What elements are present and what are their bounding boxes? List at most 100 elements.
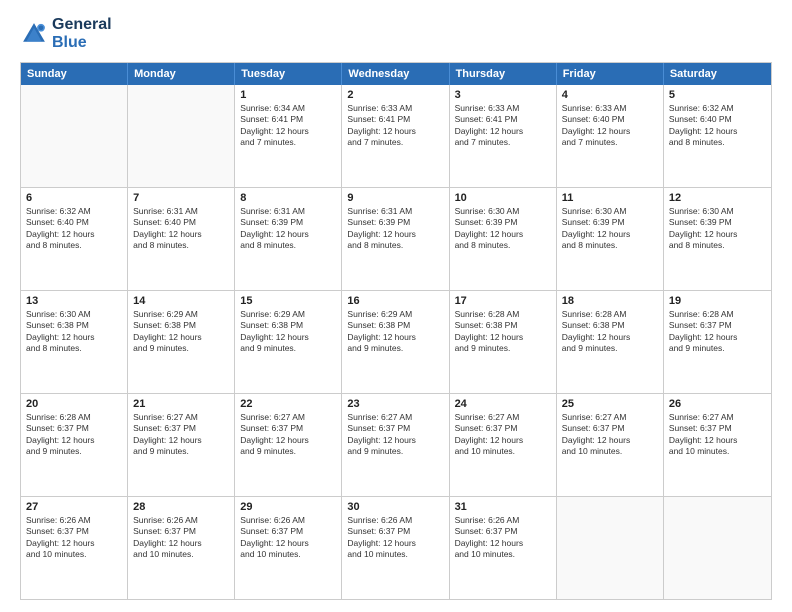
cal-cell: 9 Sunrise: 6:31 AM Sunset: 6:39 PM Daylig… xyxy=(342,188,449,290)
day-number: 10 xyxy=(455,192,551,204)
calendar: SundayMondayTuesdayWednesdayThursdayFrid… xyxy=(20,62,772,600)
header-day-tuesday: Tuesday xyxy=(235,63,342,85)
day-number: 15 xyxy=(240,295,336,307)
header-day-friday: Friday xyxy=(557,63,664,85)
cell-info: Sunrise: 6:30 AM Sunset: 6:39 PM Dayligh… xyxy=(669,206,766,252)
day-number: 21 xyxy=(133,398,229,410)
day-number: 12 xyxy=(669,192,766,204)
cal-cell: 22Sunrise: 6:27 AM Sunset: 6:37 PM Dayli… xyxy=(235,394,342,496)
cal-cell: 30 Sunrise: 6:26 AM Sunset: 6:37 PM Dayli… xyxy=(342,497,449,599)
cal-cell: 27Sunrise: 6:26 AM Sunset: 6:37 PM Dayli… xyxy=(21,497,128,599)
cal-cell: 3 Sunrise: 6:33 AM Sunset: 6:41 PM Daylig… xyxy=(450,85,557,187)
header-day-monday: Monday xyxy=(128,63,235,85)
day-number: 14 xyxy=(133,295,229,307)
cell-info: Sunrise: 6:33 AM Sunset: 6:41 PM Dayligh… xyxy=(455,103,551,149)
cal-cell: 28 Sunrise: 6:26 AM Sunset: 6:37 PM Dayli… xyxy=(128,497,235,599)
cal-cell: 26 Sunrise: 6:27 AM Sunset: 6:37 PM Dayli… xyxy=(664,394,771,496)
day-number: 30 xyxy=(347,501,443,513)
day-number: 19 xyxy=(669,295,766,307)
header-day-wednesday: Wednesday xyxy=(342,63,449,85)
header-day-sunday: Sunday xyxy=(21,63,128,85)
day-number: 27 xyxy=(26,501,122,513)
cell-info: Sunrise: 6:29 AM Sunset: 6:38 PM Dayligh… xyxy=(240,309,336,355)
cell-info: Sunrise: 6:27 AM Sunset: 6:37 PM Dayligh… xyxy=(669,412,766,458)
header-day-thursday: Thursday xyxy=(450,63,557,85)
cal-cell: 18 Sunrise: 6:28 AM Sunset: 6:38 PM Dayli… xyxy=(557,291,664,393)
cal-cell: 7Sunrise: 6:31 AM Sunset: 6:40 PM Daylig… xyxy=(128,188,235,290)
day-number: 9 xyxy=(347,192,443,204)
week-row-3: 13Sunrise: 6:30 AM Sunset: 6:38 PM Dayli… xyxy=(21,290,771,393)
day-number: 4 xyxy=(562,89,658,101)
cal-cell: 12 Sunrise: 6:30 AM Sunset: 6:39 PM Dayli… xyxy=(664,188,771,290)
cell-info: Sunrise: 6:31 AM Sunset: 6:39 PM Dayligh… xyxy=(240,206,336,252)
cal-cell xyxy=(21,85,128,187)
cell-info: Sunrise: 6:28 AM Sunset: 6:38 PM Dayligh… xyxy=(562,309,658,355)
day-number: 5 xyxy=(669,89,766,101)
cell-info: Sunrise: 6:27 AM Sunset: 6:37 PM Dayligh… xyxy=(347,412,443,458)
cell-info: Sunrise: 6:33 AM Sunset: 6:40 PM Dayligh… xyxy=(562,103,658,149)
cell-info: Sunrise: 6:26 AM Sunset: 6:37 PM Dayligh… xyxy=(240,515,336,561)
cell-info: Sunrise: 6:27 AM Sunset: 6:37 PM Dayligh… xyxy=(240,412,336,458)
cal-cell: 6Sunrise: 6:32 AM Sunset: 6:40 PM Daylig… xyxy=(21,188,128,290)
cal-cell: 14 Sunrise: 6:29 AM Sunset: 6:38 PM Dayli… xyxy=(128,291,235,393)
cal-cell: 16 Sunrise: 6:29 AM Sunset: 6:38 PM Dayli… xyxy=(342,291,449,393)
cal-cell: 20Sunrise: 6:28 AM Sunset: 6:37 PM Dayli… xyxy=(21,394,128,496)
cell-info: Sunrise: 6:29 AM Sunset: 6:38 PM Dayligh… xyxy=(133,309,229,355)
cell-info: Sunrise: 6:29 AM Sunset: 6:38 PM Dayligh… xyxy=(347,309,443,355)
cell-info: Sunrise: 6:27 AM Sunset: 6:37 PM Dayligh… xyxy=(133,412,229,458)
cal-cell: 21 Sunrise: 6:27 AM Sunset: 6:37 PM Dayli… xyxy=(128,394,235,496)
cal-cell: 25 Sunrise: 6:27 AM Sunset: 6:37 PM Dayli… xyxy=(557,394,664,496)
cell-info: Sunrise: 6:30 AM Sunset: 6:38 PM Dayligh… xyxy=(26,309,122,355)
day-number: 8 xyxy=(240,192,336,204)
cell-info: Sunrise: 6:34 AM Sunset: 6:41 PM Dayligh… xyxy=(240,103,336,149)
day-number: 29 xyxy=(240,501,336,513)
cal-cell: 1 Sunrise: 6:34 AM Sunset: 6:41 PM Daylig… xyxy=(235,85,342,187)
cal-cell: 29 Sunrise: 6:26 AM Sunset: 6:37 PM Dayli… xyxy=(235,497,342,599)
cal-cell xyxy=(557,497,664,599)
calendar-body: 1 Sunrise: 6:34 AM Sunset: 6:41 PM Daylig… xyxy=(21,85,771,599)
cal-cell: 17 Sunrise: 6:28 AM Sunset: 6:38 PM Dayli… xyxy=(450,291,557,393)
cal-cell: 19Sunrise: 6:28 AM Sunset: 6:37 PM Dayli… xyxy=(664,291,771,393)
day-number: 25 xyxy=(562,398,658,410)
week-row-1: 1 Sunrise: 6:34 AM Sunset: 6:41 PM Daylig… xyxy=(21,85,771,187)
week-row-4: 20Sunrise: 6:28 AM Sunset: 6:37 PM Dayli… xyxy=(21,393,771,496)
cal-cell: 24Sunrise: 6:27 AM Sunset: 6:37 PM Dayli… xyxy=(450,394,557,496)
calendar-header: SundayMondayTuesdayWednesdayThursdayFrid… xyxy=(21,63,771,85)
cal-cell: 13Sunrise: 6:30 AM Sunset: 6:38 PM Dayli… xyxy=(21,291,128,393)
cell-info: Sunrise: 6:27 AM Sunset: 6:37 PM Dayligh… xyxy=(562,412,658,458)
header: General Blue xyxy=(20,16,772,52)
day-number: 16 xyxy=(347,295,443,307)
cell-info: Sunrise: 6:26 AM Sunset: 6:37 PM Dayligh… xyxy=(347,515,443,561)
week-row-5: 27 Sunrise: 6:26 AM Sunset: 6:37 PM Dayli… xyxy=(21,496,771,599)
day-number: 1 xyxy=(240,89,336,101)
cell-info: Sunrise: 6:30 AM Sunset: 6:39 PM Dayligh… xyxy=(455,206,551,252)
cal-cell: 8 Sunrise: 6:31 AM Sunset: 6:39 PM Daylig… xyxy=(235,188,342,290)
day-number: 7 xyxy=(133,192,229,204)
logo-icon xyxy=(20,20,48,48)
day-number: 11 xyxy=(562,192,658,204)
cell-info: Sunrise: 6:31 AM Sunset: 6:39 PM Dayligh… xyxy=(347,206,443,252)
page: General Blue SundayMondayTuesdayWednesda… xyxy=(0,0,792,612)
cell-info: Sunrise: 6:26 AM Sunset: 6:37 PM Dayligh… xyxy=(133,515,229,561)
cell-info: Sunrise: 6:32 AM Sunset: 6:40 PM Dayligh… xyxy=(669,103,766,149)
day-number: 17 xyxy=(455,295,551,307)
cal-cell: 31Sunrise: 6:26 AM Sunset: 6:37 PM Dayli… xyxy=(450,497,557,599)
cal-cell: 15 Sunrise: 6:29 AM Sunset: 6:38 PM Dayli… xyxy=(235,291,342,393)
cal-cell: 10 Sunrise: 6:30 AM Sunset: 6:39 PM Dayli… xyxy=(450,188,557,290)
day-number: 20 xyxy=(26,398,122,410)
cal-cell: 4 Sunrise: 6:33 AM Sunset: 6:40 PM Daylig… xyxy=(557,85,664,187)
cell-info: Sunrise: 6:26 AM Sunset: 6:37 PM Dayligh… xyxy=(455,515,551,561)
day-number: 28 xyxy=(133,501,229,513)
cell-info: Sunrise: 6:33 AM Sunset: 6:41 PM Dayligh… xyxy=(347,103,443,149)
week-row-2: 6Sunrise: 6:32 AM Sunset: 6:40 PM Daylig… xyxy=(21,187,771,290)
day-number: 3 xyxy=(455,89,551,101)
header-day-saturday: Saturday xyxy=(664,63,771,85)
cell-info: Sunrise: 6:28 AM Sunset: 6:38 PM Dayligh… xyxy=(455,309,551,355)
logo: General Blue xyxy=(20,16,112,52)
cell-info: Sunrise: 6:30 AM Sunset: 6:39 PM Dayligh… xyxy=(562,206,658,252)
cal-cell: 11 Sunrise: 6:30 AM Sunset: 6:39 PM Dayli… xyxy=(557,188,664,290)
cal-cell xyxy=(128,85,235,187)
cal-cell: 5 Sunrise: 6:32 AM Sunset: 6:40 PM Daylig… xyxy=(664,85,771,187)
day-number: 26 xyxy=(669,398,766,410)
day-number: 18 xyxy=(562,295,658,307)
